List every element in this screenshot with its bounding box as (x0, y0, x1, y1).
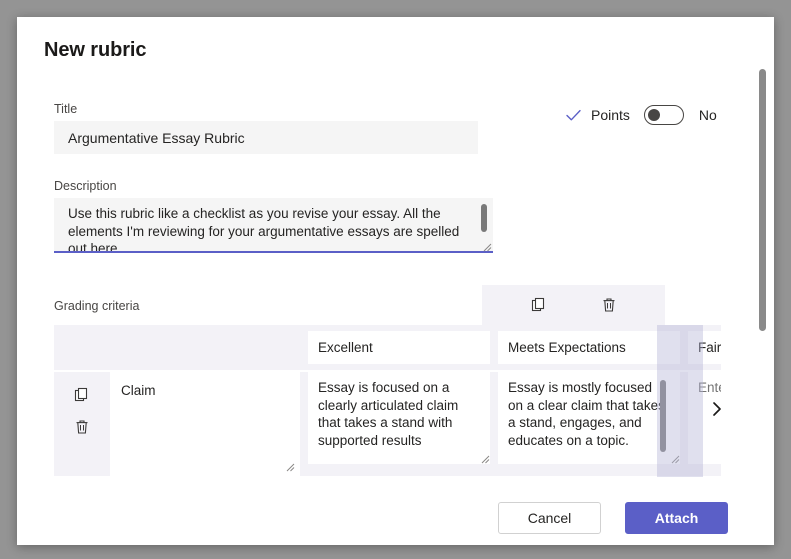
criterion-name-cell: Claim (110, 372, 300, 476)
row-action-buttons (54, 372, 110, 476)
grading-criteria-label: Grading criteria (54, 299, 139, 313)
points-switch-knob (648, 109, 660, 121)
criterion-description-meets-expectations[interactable] (498, 372, 680, 464)
column-title-input-fair[interactable] (688, 331, 721, 364)
points-label: Points (591, 107, 630, 123)
copy-icon[interactable] (528, 294, 550, 316)
criterion-description-excellent[interactable] (308, 372, 490, 464)
grading-criteria-table: Claim (54, 325, 721, 477)
dialog-footer: Cancel Attach (17, 497, 753, 545)
new-rubric-dialog: New rubric Title Description Points (17, 17, 774, 545)
page-title: New rubric (44, 39, 146, 62)
description-scrollbar-thumb[interactable] (481, 204, 487, 232)
column-action-toolbar (482, 285, 665, 325)
criterion-cell-fair (680, 372, 721, 476)
table-row: Claim (54, 372, 721, 476)
header-cell-fair (680, 331, 721, 364)
trash-icon[interactable] (71, 416, 93, 438)
attach-button[interactable]: Attach (625, 502, 728, 534)
dialog-scrollbar-thumb[interactable] (759, 69, 766, 331)
cell-scrollbar-thumb[interactable] (660, 380, 666, 452)
column-title-input-meets-expectations[interactable] (498, 331, 680, 364)
column-title-input-excellent[interactable] (308, 331, 490, 364)
title-input[interactable] (54, 121, 478, 154)
dialog-body: New rubric Title Description Points (17, 17, 753, 545)
criterion-cell-excellent (300, 372, 490, 476)
points-toggle-row: Points No (565, 105, 717, 125)
checkmark-icon (565, 107, 582, 124)
description-input[interactable] (54, 198, 493, 253)
header-cell-meets-expectations (490, 331, 680, 364)
description-field-wrapper (54, 198, 493, 255)
chevron-right-icon[interactable] (707, 397, 727, 421)
criterion-name-text[interactable]: Claim (121, 383, 156, 398)
table-header-row (54, 325, 721, 370)
cancel-button[interactable]: Cancel (498, 502, 601, 534)
dialog-scrollbar[interactable] (759, 69, 766, 524)
points-state-label: No (699, 107, 717, 123)
header-cell-excellent (300, 331, 490, 364)
description-field-label: Description (54, 179, 117, 193)
criterion-cell-meets-expectations (490, 372, 680, 476)
trash-icon[interactable] (598, 294, 620, 316)
title-field-label: Title (54, 102, 77, 116)
copy-icon[interactable] (71, 384, 93, 406)
points-switch[interactable] (644, 105, 684, 125)
